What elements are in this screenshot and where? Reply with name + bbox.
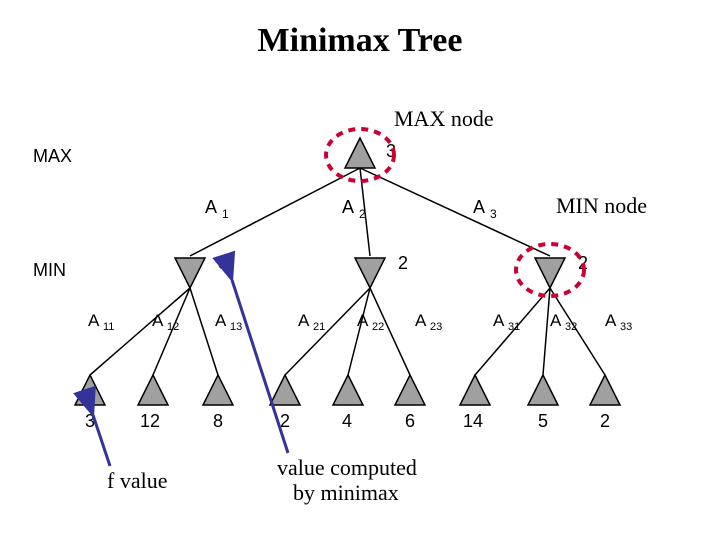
min-triangle-0 <box>175 258 205 288</box>
leaf-triangle-6 <box>460 375 490 405</box>
diagram-svg <box>0 0 720 540</box>
leaf-triangle-3 <box>270 375 300 405</box>
leaf-triangle-1 <box>138 375 168 405</box>
leaf-triangle-4 <box>333 375 363 405</box>
root-triangle <box>345 138 375 168</box>
leaf-triangle-8 <box>590 375 620 405</box>
min-triangle-1 <box>355 258 385 288</box>
arrow-fvalue <box>93 415 110 466</box>
leaf-triangle-2 <box>203 375 233 405</box>
leaf-triangle-5 <box>395 375 425 405</box>
leaf-triangle-7 <box>528 375 558 405</box>
min-triangle-2 <box>535 258 565 288</box>
arrow-computed <box>232 280 288 453</box>
leaf-triangle-0 <box>75 375 105 405</box>
